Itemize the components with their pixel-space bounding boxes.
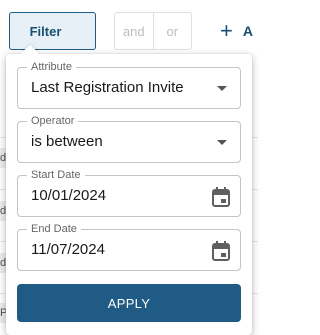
dropdown-caret-icon[interactable] [217, 140, 227, 145]
end-date-value: 11/07/2024 [31, 241, 105, 258]
add-filter-label: A [242, 23, 253, 39]
end-date-input[interactable]: End Date 11/07/2024 [17, 222, 241, 271]
operator-label: Operator [27, 114, 79, 128]
logic-and-option[interactable]: and [115, 13, 153, 49]
apply-button[interactable]: APPLY [17, 284, 241, 322]
operator-value: is between [31, 133, 103, 150]
logic-or-option[interactable]: or [152, 13, 192, 49]
add-filter-button[interactable]: + A [220, 20, 253, 42]
start-date-value: 10/01/2024 [31, 187, 107, 204]
plus-icon: + [220, 18, 233, 43]
filter-popover: Attribute Last Registration Invite Opera… [6, 54, 252, 335]
attribute-value: Last Registration Invite [31, 79, 184, 96]
apply-button-label: APPLY [107, 295, 151, 311]
end-date-label: End Date [27, 222, 81, 236]
filter-button-label: Filter [29, 23, 62, 39]
dropdown-caret-icon[interactable] [217, 86, 227, 91]
attribute-label: Attribute [27, 60, 76, 74]
calendar-icon[interactable] [212, 187, 230, 207]
filter-button[interactable]: Filter [9, 12, 96, 50]
operator-select[interactable]: Operator is between [17, 114, 241, 163]
attribute-select[interactable]: Attribute Last Registration Invite [17, 60, 241, 109]
calendar-icon[interactable] [212, 241, 230, 261]
logic-toggle[interactable]: and or [114, 12, 192, 50]
start-date-label: Start Date [27, 168, 85, 182]
start-date-input[interactable]: Start Date 10/01/2024 [17, 168, 241, 217]
